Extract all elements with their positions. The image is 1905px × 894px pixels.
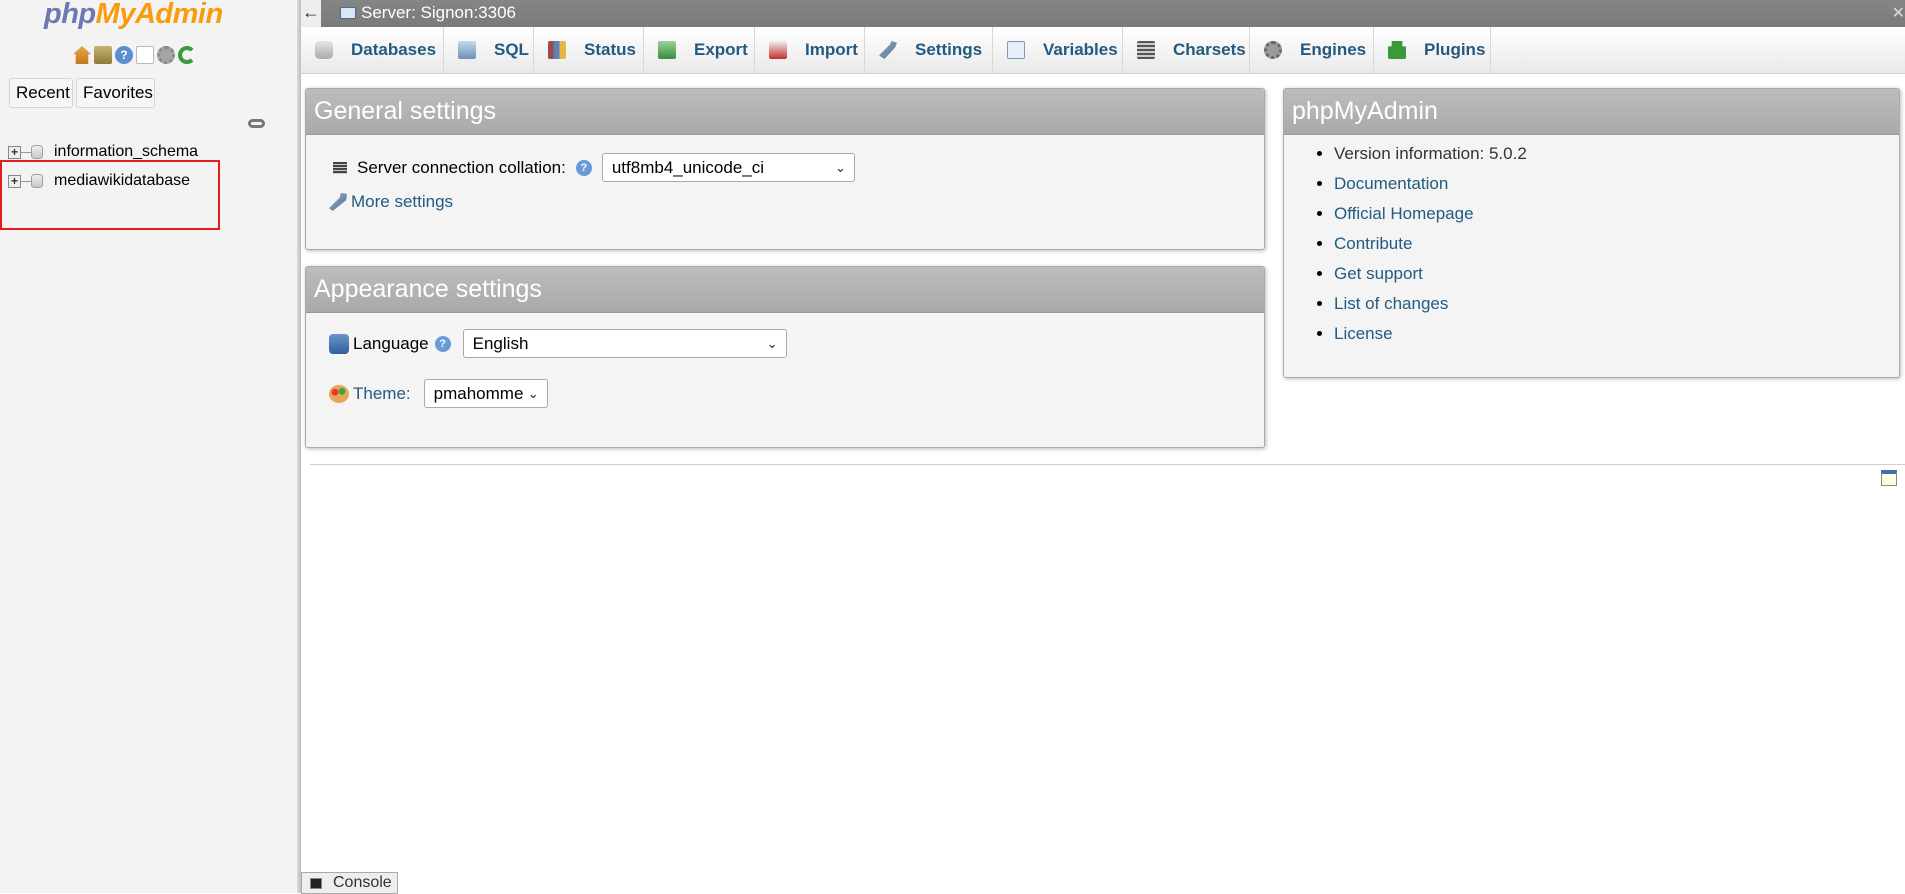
collapse-icon[interactable]: ✕ <box>1892 3 1905 23</box>
chevron-down-icon: ⌄ <box>527 386 539 401</box>
tab-settings[interactable]: Settings <box>865 27 993 73</box>
server-breadcrumb-bar: ← Server: Signon:3306 ✕ <box>301 0 1905 27</box>
theme-row: Theme: pmahomme ⌄ <box>329 379 548 408</box>
tab-sql[interactable]: SQL <box>444 27 534 73</box>
documentation-icon[interactable] <box>136 46 154 64</box>
get-support-link[interactable]: Get support <box>1334 264 1423 283</box>
nav-resize-handle[interactable] <box>297 0 301 893</box>
list-of-changes-link[interactable]: List of changes <box>1334 294 1448 313</box>
database-icon <box>31 145 43 159</box>
navigation-panel: phpMyAdmin ? Recent Favorites + informat… <box>0 0 298 893</box>
list-item: Official Homepage <box>1334 201 1527 231</box>
tab-variables[interactable]: Variables <box>993 27 1123 73</box>
language-select[interactable]: English ⌄ <box>462 329 787 358</box>
help-icon[interactable]: ? <box>434 335 451 352</box>
tab-plugins[interactable]: Plugins <box>1374 27 1491 73</box>
tab-export[interactable]: Export <box>644 27 755 73</box>
sql-icon <box>458 41 476 59</box>
plugins-icon <box>1388 41 1406 59</box>
official-homepage-link[interactable]: Official Homepage <box>1334 204 1474 223</box>
documentation-link[interactable]: Documentation <box>1334 174 1448 193</box>
reload-icon[interactable] <box>178 46 196 64</box>
db-name[interactable]: information_schema <box>54 143 198 161</box>
export-icon <box>658 41 676 59</box>
tab-charsets[interactable]: Charsets <box>1123 27 1250 73</box>
expand-icon[interactable]: + <box>8 145 21 159</box>
settings-gear-icon[interactable] <box>157 46 175 64</box>
back-arrow-icon[interactable]: ← <box>301 0 321 27</box>
list-item: Documentation <box>1334 171 1527 201</box>
sticky-note-icon[interactable] <box>1881 470 1897 486</box>
favorites-tab[interactable]: Favorites <box>76 78 155 108</box>
top-menu: Databases SQL Status Export Import Setti… <box>301 27 1905 74</box>
list-item: Version information: 5.0.2 <box>1334 141 1527 171</box>
collation-icon <box>333 161 347 174</box>
language-row: Language ? English ⌄ <box>329 329 787 358</box>
general-settings-panel: General settings Server connection colla… <box>305 88 1265 250</box>
contribute-link[interactable]: Contribute <box>1334 234 1412 253</box>
server-breadcrumb[interactable]: Server: Signon:3306 <box>361 3 516 23</box>
chevron-down-icon: ⌄ <box>766 336 778 351</box>
recent-tab[interactable]: Recent <box>9 78 73 108</box>
license-link[interactable]: License <box>1334 324 1393 343</box>
more-settings-link[interactable]: More settings <box>329 192 453 212</box>
phpmyadmin-info-panel: phpMyAdmin Version information: 5.0.2 Do… <box>1283 88 1900 378</box>
nav-icon-bar: ? <box>73 46 196 64</box>
query-window-icon[interactable] <box>94 46 112 64</box>
link-with-main-panel-icon[interactable] <box>248 119 265 128</box>
collation-select[interactable]: utf8mb4_unicode_ci ⌄ <box>601 153 855 182</box>
collation-row: Server connection collation: ? utf8mb4_u… <box>333 153 855 182</box>
chevron-down-icon: ⌄ <box>834 160 846 175</box>
tab-engines[interactable]: Engines <box>1250 27 1374 73</box>
theme-select[interactable]: pmahomme ⌄ <box>423 379 548 408</box>
server-icon <box>340 7 356 19</box>
appearance-settings-panel: Appearance settings Language ? English ⌄… <box>305 266 1265 448</box>
tab-databases[interactable]: Databases <box>301 27 444 73</box>
collation-label: Server connection collation: <box>357 157 566 177</box>
status-icon <box>548 41 566 59</box>
database-icon <box>315 41 333 59</box>
tab-import[interactable]: Import <box>755 27 865 73</box>
list-item: Get support <box>1334 261 1527 291</box>
variables-icon <box>1007 41 1025 59</box>
theme-icon <box>329 384 349 403</box>
wrench-icon <box>329 193 347 211</box>
import-icon <box>769 41 787 59</box>
engines-icon <box>1264 41 1282 59</box>
theme-label[interactable]: Theme: <box>353 384 411 404</box>
tab-status[interactable]: Status <box>534 27 644 73</box>
panel-title: General settings <box>306 89 1264 135</box>
console-toggle[interactable]: Console <box>301 872 398 894</box>
home-icon[interactable] <box>73 46 91 64</box>
list-item: License <box>1334 321 1527 351</box>
help-icon[interactable]: ? <box>575 159 592 176</box>
highlight-box <box>0 160 220 230</box>
help-icon[interactable]: ? <box>115 46 133 64</box>
divider <box>310 464 1905 465</box>
panel-title: Appearance settings <box>306 267 1264 313</box>
charsets-icon <box>1137 41 1155 59</box>
phpmyadmin-logo[interactable]: phpMyAdmin <box>44 0 223 31</box>
list-item: List of changes <box>1334 291 1527 321</box>
panel-title: phpMyAdmin <box>1284 89 1899 135</box>
info-list: Version information: 5.0.2 Documentation… <box>1334 141 1527 351</box>
wrench-icon <box>879 41 897 59</box>
console-icon <box>310 878 322 889</box>
version-info: Version information: 5.0.2 <box>1334 144 1527 163</box>
language-icon <box>329 333 349 354</box>
list-item: Contribute <box>1334 231 1527 261</box>
language-label: Language <box>353 333 429 353</box>
